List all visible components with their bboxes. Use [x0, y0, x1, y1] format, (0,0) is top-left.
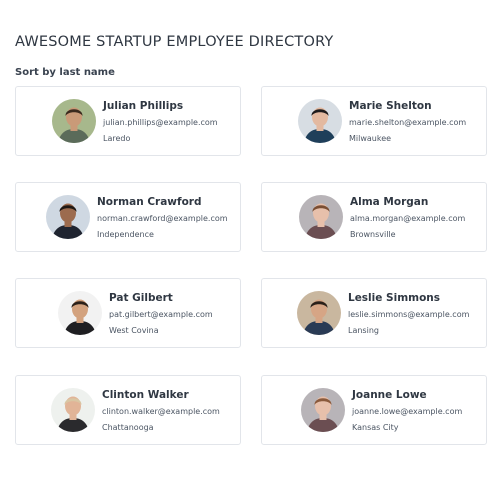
employee-card[interactable]: Clinton Walker clinton.walker@example.co…: [15, 375, 241, 445]
employee-name: Julian Phillips: [103, 100, 184, 112]
employee-email: marie.shelton@example.com: [349, 118, 467, 127]
employee-name: Clinton Walker: [102, 389, 189, 401]
employee-name: Norman Crawford: [97, 196, 202, 208]
avatar: [51, 388, 95, 432]
avatar: [52, 99, 96, 143]
employee-card[interactable]: Norman Crawford norman.crawford@example.…: [15, 182, 241, 252]
avatar: [299, 195, 343, 239]
employee-city: Chattanooga: [102, 423, 154, 432]
employee-city: Brownsville: [350, 230, 396, 239]
employee-card[interactable]: Julian Phillips julian.phillips@example.…: [15, 86, 241, 156]
employee-email: alma.morgan@example.com: [350, 214, 466, 223]
employee-card[interactable]: Leslie Simmons leslie.simmons@example.co…: [261, 278, 487, 348]
employee-name: Pat Gilbert: [109, 292, 173, 304]
employee-directory-page: AWESOME STARTUP EMPLOYEE DIRECTORY Sort …: [0, 0, 500, 500]
employee-email: leslie.simmons@example.com: [348, 310, 470, 319]
employee-card[interactable]: Alma Morgan alma.morgan@example.com Brow…: [261, 182, 487, 252]
employee-city: West Covina: [109, 326, 159, 335]
employee-email: joanne.lowe@example.com: [352, 407, 463, 416]
avatar: [58, 291, 102, 335]
employee-email: pat.gilbert@example.com: [109, 310, 213, 319]
employee-name: Marie Shelton: [349, 100, 432, 112]
page-title: AWESOME STARTUP EMPLOYEE DIRECTORY: [15, 34, 334, 50]
employee-email: clinton.walker@example.com: [102, 407, 220, 416]
sort-button[interactable]: Sort by last name: [15, 67, 115, 78]
avatar: [297, 291, 341, 335]
employee-city: Independence: [97, 230, 154, 239]
avatar: [298, 99, 342, 143]
employee-card[interactable]: Joanne Lowe joanne.lowe@example.com Kans…: [261, 375, 487, 445]
avatar: [301, 388, 345, 432]
avatar: [46, 195, 90, 239]
employee-city: Lansing: [348, 326, 379, 335]
employee-city: Milwaukee: [349, 134, 392, 143]
employee-card[interactable]: Pat Gilbert pat.gilbert@example.com West…: [15, 278, 241, 348]
employee-name: Leslie Simmons: [348, 292, 441, 304]
employee-email: julian.phillips@example.com: [103, 118, 218, 127]
employee-name: Joanne Lowe: [352, 389, 427, 401]
employee-email: norman.crawford@example.com: [97, 214, 228, 223]
employee-card[interactable]: Marie Shelton marie.shelton@example.com …: [261, 86, 487, 156]
employee-name: Alma Morgan: [350, 196, 429, 208]
employee-city: Kansas City: [352, 423, 399, 432]
employee-city: Laredo: [103, 134, 131, 143]
